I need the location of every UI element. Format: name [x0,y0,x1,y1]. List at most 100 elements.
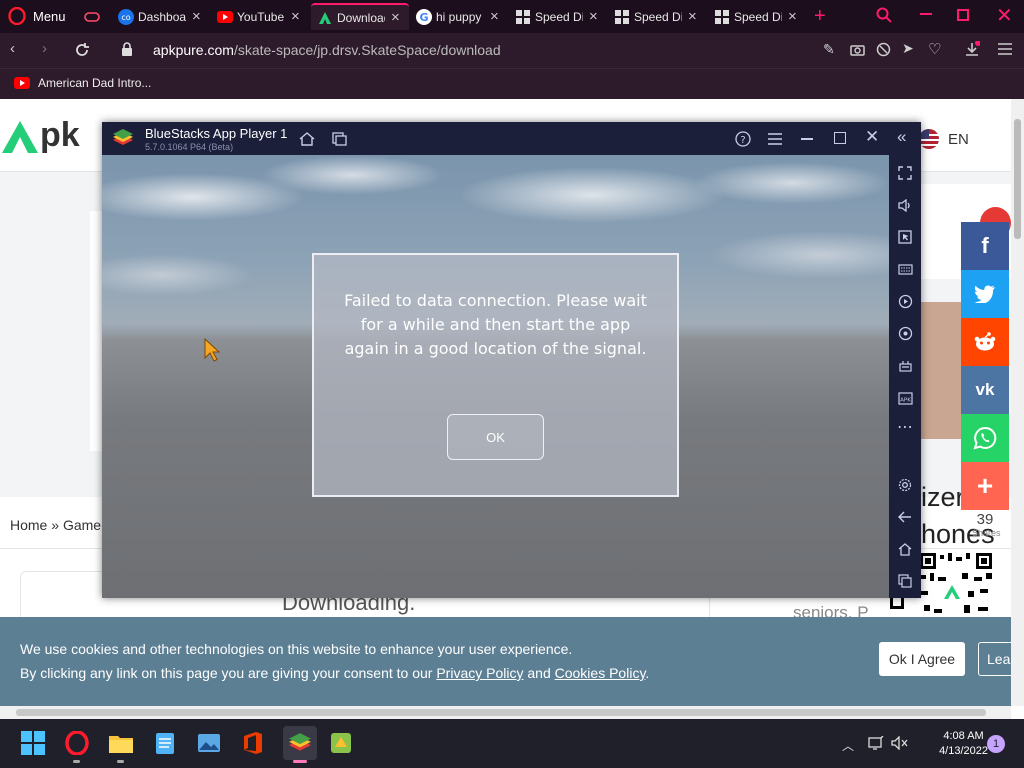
cookies-policy-link[interactable]: Cookies Policy [555,665,646,681]
breadcrumb-home-link[interactable]: Home [10,517,47,533]
tab-speed-dial-2[interactable]: Speed Dial × [614,3,704,30]
close-tab-icon[interactable]: × [788,8,797,25]
close-window-icon[interactable]: ✕ [996,3,1013,28]
tab-google[interactable]: G hi puppy × [416,3,506,30]
vk-share-button[interactable]: vk [961,366,1009,414]
error-message: Failed to data connection. Please wait f… [344,291,647,358]
back-arrow-icon[interactable]: ‹ [10,40,15,57]
opera-menu-button[interactable]: Menu [8,6,66,26]
cookie-banner: We use cookies and other technologies on… [0,617,1024,706]
home-icon[interactable] [299,132,315,146]
windows-start-icon[interactable] [19,729,47,757]
tab-title: YouTube [237,9,285,24]
reddit-share-button[interactable] [961,318,1009,366]
recent-apps-icon[interactable] [895,571,915,591]
bluestacks-taskbar-icon[interactable] [283,726,317,760]
tab-youtube[interactable]: YouTube × [217,3,307,30]
reload-icon[interactable] [74,42,90,58]
collapse-sidebar-icon[interactable]: « [897,127,906,147]
game-viewport[interactable]: Failed to data connection. Please wait f… [102,155,889,598]
adblock-icon[interactable] [876,42,891,57]
horizontal-scrollbar[interactable] [0,706,1011,719]
multi-instance-sync-icon[interactable] [895,355,915,375]
privacy-policy-link[interactable]: Privacy Policy [436,665,523,681]
tab-gaming[interactable] [84,3,104,30]
speed-dial-icon [515,9,531,25]
multi-instance-icon[interactable] [332,132,347,146]
settings-gear-icon[interactable] [895,475,915,495]
breadcrumb-separator: » [51,517,60,533]
tab-speed-dial-3[interactable]: Speed Dial × [714,3,804,30]
edit-icon[interactable]: ✎ [823,41,835,58]
search-tabs-icon[interactable] [876,7,892,23]
opera-taskbar-icon[interactable] [63,729,91,757]
tab-download-active[interactable]: Download × [311,3,409,30]
bookmark-item[interactable]: American Dad Intro... [14,76,151,90]
breadcrumb-game-link[interactable]: Game [63,517,101,533]
windows-taskbar: ︿ 4:08 AM 4/13/2022 1 [0,719,1024,768]
minimize-window-icon[interactable] [920,13,932,15]
forward-arrow-icon[interactable]: › [42,40,47,57]
keyboard-icon[interactable] [895,259,915,279]
close-tab-icon[interactable]: × [391,9,400,26]
tab-dashboard[interactable]: co Dashboard × [118,3,208,30]
bluestacks-title: BlueStacks App Player 1 [145,126,288,141]
notification-count-badge[interactable]: 1 [987,735,1005,753]
close-tab-icon[interactable]: × [192,8,201,25]
maximize-icon[interactable] [834,132,846,144]
new-tab-plus-icon[interactable]: + [814,5,826,28]
help-icon[interactable]: ? [735,131,751,147]
send-icon[interactable]: ➤ [902,40,914,57]
install-apk-icon[interactable]: APK [895,387,915,407]
language-label: EN [948,130,969,148]
twitter-share-button[interactable] [961,270,1009,318]
android-home-icon[interactable] [895,539,915,559]
ok-button[interactable]: OK [447,414,544,460]
heart-icon[interactable]: ♡ [928,40,941,58]
macro-icon[interactable] [895,291,915,311]
dashboard-icon: co [118,8,134,25]
url-field[interactable]: apkpure.com/skate-space/jp.drsv.SkateSpa… [153,42,501,58]
hamburger-menu-icon[interactable] [768,133,782,145]
close-tab-icon[interactable]: × [291,8,300,25]
apkpure-logo[interactable]: pk [0,116,80,155]
back-icon[interactable] [895,507,915,527]
language-selector[interactable]: EN [918,128,969,150]
notepad-icon[interactable] [151,729,179,757]
office-icon[interactable] [239,729,267,757]
fullscreen-icon[interactable] [895,163,915,183]
volume-muted-icon[interactable] [891,736,909,750]
file-explorer-icon[interactable] [107,729,135,757]
vk-icon: vk [975,380,995,399]
close-tab-icon[interactable]: × [589,8,598,25]
bluestacks-x-icon[interactable] [327,729,355,757]
camera-icon[interactable] [850,43,865,56]
minimize-icon[interactable] [801,138,813,140]
tab-speed-dial-1[interactable]: Speed Dial × [515,3,605,30]
close-tab-icon[interactable]: × [490,8,499,25]
record-icon[interactable] [895,323,915,343]
vertical-scrollbar[interactable] [1011,99,1024,706]
close-icon[interactable]: ✕ [865,127,879,147]
bluestacks-version: 5.7.0.1064 P64 (Beta) [145,142,234,152]
more-share-button[interactable]: + [961,462,1009,510]
bluestacks-sidebar: APK ⋯ [889,155,921,598]
easy-setup-icon[interactable] [998,43,1012,55]
volume-icon[interactable] [895,195,915,215]
show-hidden-icons-chevron-icon[interactable]: ︿ [842,737,854,754]
svg-text:APK: APK [900,397,911,403]
scroll-thumb[interactable] [1014,119,1021,239]
pointer-lock-icon[interactable] [895,227,915,247]
facebook-share-button[interactable]: f [961,222,1009,270]
photos-icon[interactable] [195,729,223,757]
restore-window-icon[interactable] [957,9,969,21]
download-icon[interactable] [964,41,980,57]
ok-i-agree-button[interactable]: Ok I Agree [879,642,965,676]
scroll-thumb[interactable] [16,709,986,716]
network-icon[interactable] [868,736,884,750]
more-options-icon[interactable]: ⋯ [895,417,915,437]
clock[interactable]: 4:08 AM 4/13/2022 [939,729,988,759]
close-tab-icon[interactable]: × [688,8,697,25]
whatsapp-share-button[interactable] [961,414,1009,462]
plus-icon: + [976,470,994,501]
